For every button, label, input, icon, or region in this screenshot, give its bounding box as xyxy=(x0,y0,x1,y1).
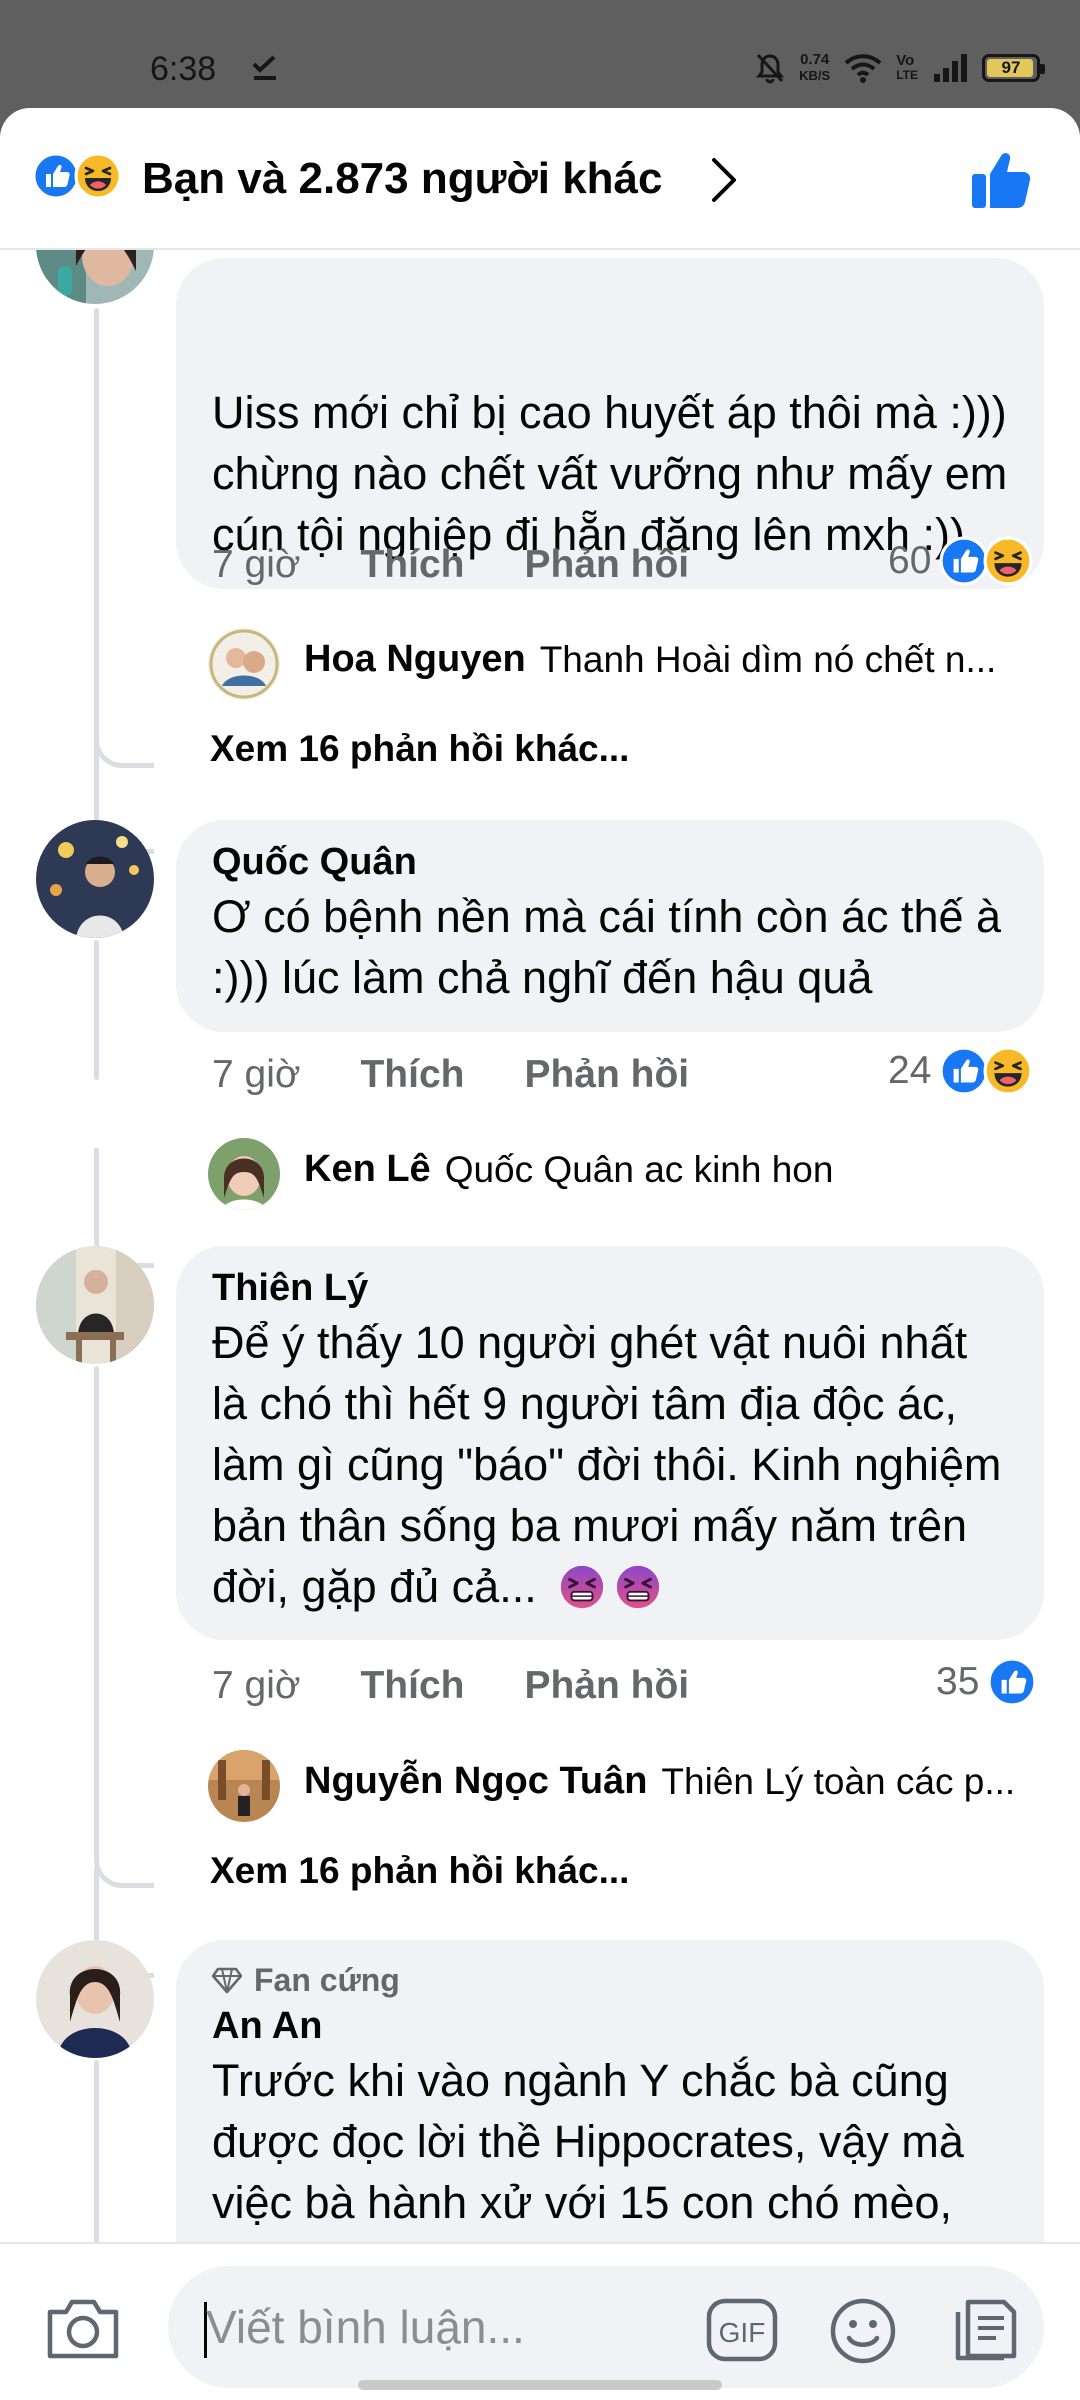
reaction-count-value: 24 xyxy=(888,1049,932,1092)
like-link[interactable]: Thích xyxy=(360,1053,464,1097)
reply-text: Quốc Quân ac kinh hon xyxy=(444,1148,834,1190)
home-indicator[interactable] xyxy=(358,2380,722,2390)
avatar[interactable] xyxy=(36,1940,154,2058)
battery-level: 97 xyxy=(1001,58,1021,77)
avatar[interactable] xyxy=(36,820,154,938)
reply-author[interactable]: Nguyễn Ngọc Tuân xyxy=(304,1760,647,1803)
comment-composer: Viết bình luận... GIF xyxy=(0,2242,1080,2400)
view-more-replies[interactable]: Xem 16 phản hồi khác... xyxy=(210,1850,629,1892)
header-reaction-icons xyxy=(32,152,122,200)
sticker-icon[interactable] xyxy=(950,2294,1022,2366)
like-icon xyxy=(32,152,80,200)
haha-icon xyxy=(983,536,1033,586)
like-icon xyxy=(987,1657,1037,1707)
reply-text: Thanh Hoài dìm nó chết n... xyxy=(539,638,997,680)
chevron-right-icon[interactable] xyxy=(704,154,744,206)
haha-icon xyxy=(74,152,122,200)
like-icon xyxy=(939,536,989,586)
haha-icon xyxy=(983,1046,1033,1096)
reaction-count-value: 60 xyxy=(888,539,932,582)
comment-input[interactable]: Viết bình luận... GIF xyxy=(168,2266,1044,2388)
comment-text-body: Để ý thấy 10 người ghét vật nuôi nhất là… xyxy=(212,1317,1002,1612)
gif-button[interactable]: GIF xyxy=(706,2298,778,2362)
like-link[interactable]: Thích xyxy=(360,543,464,587)
reactions-header[interactable]: Bạn và 2.873 người khác xyxy=(0,108,1080,250)
thread-line xyxy=(94,1366,99,1816)
status-icons: 0.74 KB/S Vo LTE 97 xyxy=(755,48,1045,88)
comment-bubble[interactable]: Quốc Quân Ơ có bệnh nền mà cái tính còn … xyxy=(176,820,1044,1032)
reaction-count[interactable]: 35 xyxy=(936,1657,1037,1707)
comment-time: 7 giờ xyxy=(212,1053,301,1096)
reaction-count[interactable]: 60 xyxy=(888,536,1033,586)
status-bar: 6:38 0.74 KB/S Vo LTE 97 xyxy=(0,0,1080,110)
comment-actions: 7 giờ Thích Phản hồi xyxy=(212,1664,689,1708)
reactions-summary[interactable]: Bạn và 2.873 người khác xyxy=(142,154,662,204)
tired-face-icon xyxy=(615,1564,661,1610)
comment-placeholder: Viết bình luận... xyxy=(206,2301,525,2353)
comment-actions: 7 giờ Thích Phản hồi xyxy=(212,1053,689,1097)
reply-author[interactable]: Ken Lê xyxy=(304,1148,431,1191)
like-link[interactable]: Thích xyxy=(360,1664,464,1708)
reply-author[interactable]: Hoa Nguyen xyxy=(304,638,526,681)
gif-label: GIF xyxy=(719,2317,766,2348)
comment-author[interactable]: Quốc Quân xyxy=(212,838,1008,886)
comments-list[interactable]: Uiss mới chỉ bị cao huyết áp thôi mà :))… xyxy=(0,108,1080,2400)
reply-link[interactable]: Phản hồi xyxy=(524,1664,689,1708)
avatar[interactable] xyxy=(36,1246,154,1364)
reply-link[interactable]: Phản hồi xyxy=(524,1053,689,1097)
reply-preview[interactable]: Nguyễn Ngọc Tuân Thiên Lý toàn các p... xyxy=(208,1760,1015,1803)
status-time: 6:38 xyxy=(150,50,217,88)
like-icon xyxy=(939,1046,989,1096)
battery-icon: 97 xyxy=(982,54,1045,82)
like-button-icon[interactable] xyxy=(968,146,1036,214)
volte-top: Vo xyxy=(896,52,915,69)
reply-preview[interactable]: Ken Lê Quốc Quân ac kinh hon xyxy=(208,1148,833,1191)
comments-sheet: Bạn và 2.873 người khác Uiss mới chỉ bị … xyxy=(0,108,1080,2400)
diamond-icon xyxy=(212,1967,242,1994)
emoji-icon[interactable] xyxy=(828,2296,898,2366)
comment-author[interactable]: An An xyxy=(212,2002,1008,2050)
reaction-count-value: 35 xyxy=(936,1660,980,1703)
comment-text: Trước khi vào ngành Y chắc bà cũng được … xyxy=(212,2055,964,2228)
reply-link[interactable]: Phản hồi xyxy=(524,543,689,587)
comment-text: Ơ có bệnh nền mà cái tính còn ác thế à :… xyxy=(212,891,1002,1003)
view-more-replies[interactable]: Xem 16 phản hồi khác... xyxy=(210,728,629,770)
comment-text: Uiss mới chỉ bị cao huyết áp thôi mà :))… xyxy=(212,387,1008,560)
mute-bell-icon xyxy=(756,53,785,84)
comment-author[interactable]: Thiên Lý xyxy=(212,1264,1008,1312)
camera-icon[interactable] xyxy=(44,2294,122,2362)
network-speed-unit: KB/S xyxy=(799,68,831,83)
reply-text: Thiên Lý toàn các p... xyxy=(661,1760,1016,1802)
volte-bottom: LTE xyxy=(896,68,918,82)
comment-time: 7 giờ xyxy=(212,1664,301,1707)
thread-line xyxy=(94,940,99,1080)
top-fan-badge: Fan cứng xyxy=(212,1958,1008,2002)
top-fan-label: Fan cứng xyxy=(254,1962,400,1998)
comment-text: Để ý thấy 10 người ghét vật nuôi nhất là… xyxy=(212,1312,1008,1617)
comment-time: 7 giờ xyxy=(212,543,301,586)
network-speed: 0.74 KB/S xyxy=(799,52,830,84)
network-speed-value: 0.74 xyxy=(800,51,830,68)
wifi-icon xyxy=(844,54,882,83)
tired-face-icon xyxy=(559,1564,605,1610)
download-done-icon xyxy=(252,55,276,80)
comment-actions: 7 giờ Thích Phản hồi xyxy=(212,543,689,587)
volte-indicator: Vo LTE xyxy=(896,53,918,83)
signal-icon xyxy=(934,54,967,82)
reaction-count[interactable]: 24 xyxy=(888,1046,1033,1096)
reply-preview[interactable]: Hoa Nguyen Thanh Hoài dìm nó chết n... xyxy=(208,638,996,681)
comment-bubble[interactable]: Thiên Lý Để ý thấy 10 người ghét vật nuô… xyxy=(176,1246,1044,1640)
